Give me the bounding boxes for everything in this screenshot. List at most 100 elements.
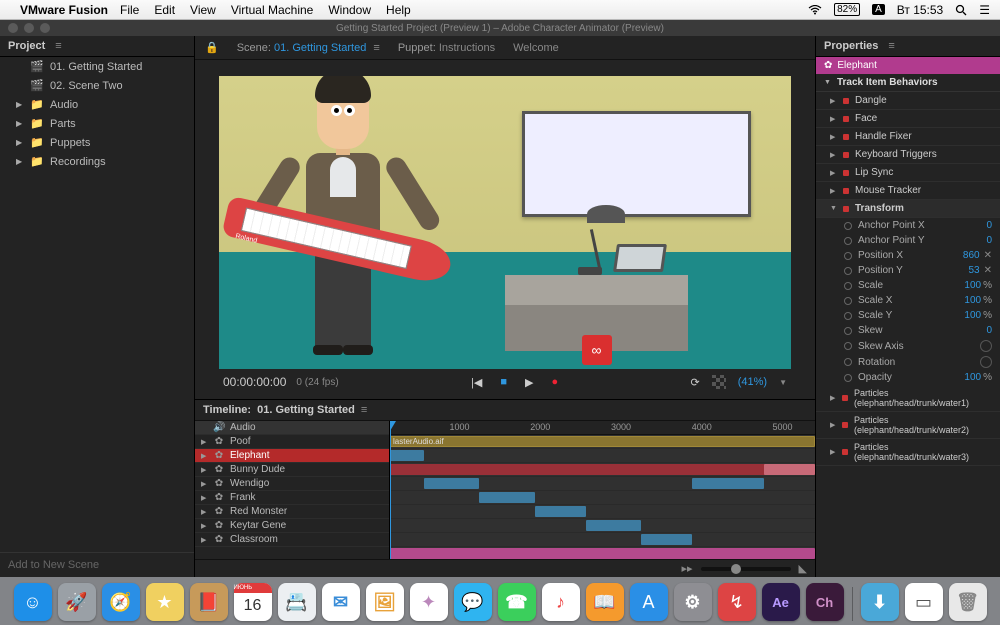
wifi-icon[interactable] <box>808 5 822 15</box>
timeline-track[interactable]: ▶✿Classroom <box>195 533 389 547</box>
zoom-dropdown-icon[interactable]: ▼ <box>779 378 787 387</box>
behavior-row[interactable]: ▶Dangle <box>816 92 1000 110</box>
property-value[interactable]: 100 <box>964 280 981 291</box>
clip[interactable] <box>764 464 815 475</box>
timeline-home-icon[interactable]: ▸▸ <box>681 562 692 575</box>
zoom-mountain-icon[interactable]: ◣ <box>799 562 807 575</box>
dock-app-icon[interactable]: 🗑 <box>949 583 987 621</box>
timeline-track[interactable]: ▶✿Wendigo <box>195 477 389 491</box>
panel-menu-icon[interactable]: ≡ <box>55 40 61 52</box>
puppet-tab[interactable]: Instructions <box>439 42 495 54</box>
transform-property[interactable]: Rotation <box>816 354 1000 370</box>
clip[interactable] <box>535 506 586 517</box>
zoom-level[interactable]: (41%) <box>738 376 767 388</box>
property-value[interactable]: 53 <box>968 265 979 276</box>
transform-section[interactable]: ▼ Transform <box>816 200 1000 218</box>
reset-x-icon[interactable]: ✕ <box>984 265 992 276</box>
keyframe-toggle-icon[interactable] <box>844 342 852 350</box>
zoom-window-icon[interactable] <box>40 23 50 33</box>
particles-row[interactable]: ▶Particles (elephant/head/trunk/water2) <box>816 412 1000 439</box>
dock-app-icon[interactable]: ▭ <box>905 583 943 621</box>
clip[interactable] <box>424 478 479 489</box>
scene-menu-icon[interactable]: ≡ <box>373 42 379 54</box>
checker-bg-icon[interactable] <box>712 375 726 389</box>
transform-property[interactable]: Scale Y100% <box>816 308 1000 323</box>
dock-app-icon[interactable]: ★ <box>146 583 184 621</box>
keyframe-toggle-icon[interactable] <box>844 282 852 290</box>
clip[interactable] <box>641 534 692 545</box>
menu-help[interactable]: Help <box>386 3 411 17</box>
dock-app-icon[interactable]: 💬 <box>454 583 492 621</box>
dock-app-icon[interactable]: 🖼 <box>366 583 404 621</box>
behavior-row[interactable]: ▶Lip Sync <box>816 164 1000 182</box>
behavior-row[interactable]: ▶Handle Fixer <box>816 128 1000 146</box>
dock-app-icon[interactable]: ✉︎ <box>322 583 360 621</box>
keyframe-toggle-icon[interactable] <box>844 267 852 275</box>
transform-property[interactable]: Anchor Point X0 <box>816 218 1000 233</box>
scene-tab[interactable]: 01. Getting Started <box>274 42 366 54</box>
dock-app-icon[interactable]: ☎︎ <box>498 583 536 621</box>
keyframe-toggle-icon[interactable] <box>844 252 852 260</box>
timeline-track[interactable]: 🔊Audio <box>195 421 389 435</box>
keyframe-toggle-icon[interactable] <box>844 237 852 245</box>
property-value[interactable]: 100 <box>964 295 981 306</box>
timeline-track[interactable]: ▶✿Poof <box>195 435 389 449</box>
app-name[interactable]: VMware Fusion <box>20 3 108 17</box>
timeline-zoom-slider[interactable] <box>701 567 791 571</box>
transform-property[interactable]: Opacity100% <box>816 370 1000 385</box>
property-value[interactable]: 0 <box>986 220 992 231</box>
clock[interactable]: Вт 15:53 <box>897 3 943 17</box>
playhead[interactable] <box>390 421 391 559</box>
clip[interactable] <box>390 464 815 475</box>
go-to-start-icon[interactable]: |◀ <box>471 376 482 389</box>
timeline-track[interactable]: ▶✿Frank <box>195 491 389 505</box>
dock-app-icon[interactable]: 🚀 <box>58 583 96 621</box>
play-icon[interactable]: ▶ <box>525 376 533 389</box>
keyframe-toggle-icon[interactable] <box>844 374 852 382</box>
dock-app-icon[interactable]: 📇 <box>278 583 316 621</box>
property-value[interactable]: 0 <box>986 235 992 246</box>
project-item[interactable]: ▶📁Audio <box>0 95 194 114</box>
project-item[interactable]: ▶📁Puppets <box>0 133 194 152</box>
clip[interactable] <box>390 450 424 461</box>
property-value[interactable]: 100 <box>964 372 981 383</box>
behavior-row[interactable]: ▶Mouse Tracker <box>816 182 1000 200</box>
timeline-track[interactable]: ▶✿Red Monster <box>195 505 389 519</box>
timeline-track[interactable]: ▶✿Elephant <box>195 449 389 463</box>
keyframe-toggle-icon[interactable] <box>844 297 852 305</box>
loop-icon[interactable]: ⟳ <box>691 376 700 389</box>
add-to-new-scene[interactable]: Add to New Scene <box>0 552 194 577</box>
keyframe-toggle-icon[interactable] <box>844 222 852 230</box>
dock-app-icon[interactable]: ♪ <box>542 583 580 621</box>
transform-property[interactable]: Skew Axis <box>816 338 1000 354</box>
timeline-ruler[interactable]: 1000 2000 3000 4000 5000 <box>390 421 815 435</box>
battery-icon[interactable]: 82% <box>834 3 860 16</box>
project-item[interactable]: 🎬02. Scene Two <box>0 76 194 95</box>
keyframe-toggle-icon[interactable] <box>844 327 852 335</box>
dock-app-icon[interactable]: ⚙︎ <box>674 583 712 621</box>
audio-clip[interactable]: lasterAudio.aif <box>390 436 815 447</box>
transform-property[interactable]: Scale X100% <box>816 293 1000 308</box>
dock-app-icon[interactable]: ✦ <box>410 583 448 621</box>
keyframe-toggle-icon[interactable] <box>844 358 852 366</box>
timeline-track[interactable]: ▶✿Keytar Gene <box>195 519 389 533</box>
dock-app-icon[interactable]: 📕 <box>190 583 228 621</box>
rotation-dial-icon[interactable] <box>980 356 992 368</box>
record-icon[interactable]: ● <box>551 376 558 388</box>
timeline-menu-icon[interactable]: ≡ <box>361 404 367 416</box>
menu-edit[interactable]: Edit <box>154 3 175 17</box>
particles-row[interactable]: ▶Particles (elephant/head/trunk/water1) <box>816 385 1000 412</box>
property-value[interactable]: 0 <box>986 325 992 336</box>
transform-property[interactable]: Skew0 <box>816 323 1000 338</box>
menu-virtual-machine[interactable]: Virtual Machine <box>231 3 314 17</box>
particles-row[interactable]: ▶Particles (elephant/head/trunk/water3) <box>816 439 1000 466</box>
project-item[interactable]: ▶📁Recordings <box>0 152 194 171</box>
rotation-dial-icon[interactable] <box>980 340 992 352</box>
menu-view[interactable]: View <box>190 3 216 17</box>
clip[interactable] <box>479 492 534 503</box>
dock-app-icon[interactable]: Ch <box>806 583 844 621</box>
menu-extras-icon[interactable]: ☰ <box>979 3 990 17</box>
welcome-tab[interactable]: Welcome <box>513 42 559 54</box>
timecode[interactable]: 00:00:00:00 <box>223 375 286 389</box>
transform-property[interactable]: Position X860✕ <box>816 248 1000 263</box>
